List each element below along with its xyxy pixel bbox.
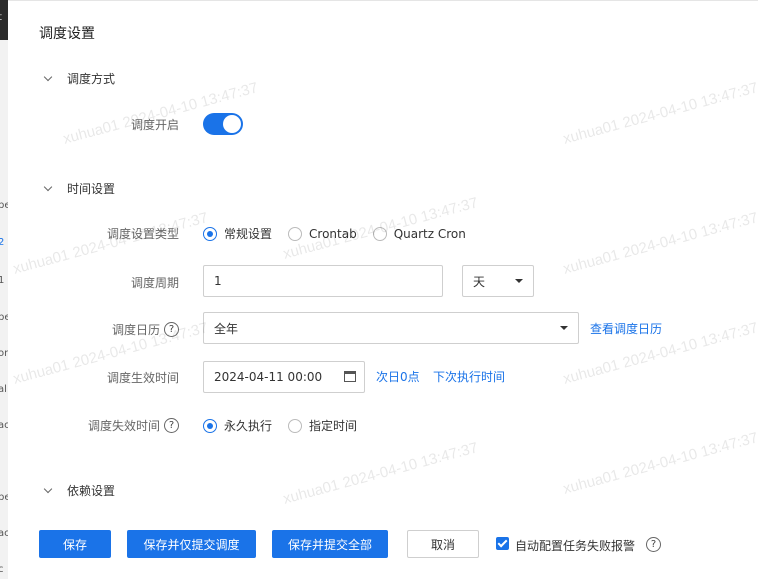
next-day-midnight-link[interactable]: 次日0点 [376, 368, 420, 385]
radio-crontab[interactable]: Crontab [288, 226, 357, 241]
view-calendar-link[interactable]: 查看调度日历 [590, 320, 662, 337]
save-button[interactable]: 保存 [39, 530, 111, 558]
effective-time-label: 调度生效时间 [106, 371, 179, 385]
radio-regular[interactable]: 常规设置 [203, 225, 272, 242]
schedule-calendar-label: 调度日历? [19, 321, 179, 338]
background-fragment: t [0, 12, 2, 23]
section-label: 时间设置 [67, 182, 116, 196]
radio-quartz-cron[interactable]: Quartz Cron [372, 226, 466, 241]
radio-forever[interactable]: 永久执行 [203, 417, 272, 434]
panel-title: 调度设置 [39, 26, 95, 42]
schedule-period-label: 调度周期 [130, 276, 179, 290]
section-schedule-mode[interactable]: 调度方式 [43, 70, 115, 87]
chevron-down-icon[interactable] [43, 184, 53, 194]
next-run-time-link[interactable]: 下次执行时间 [433, 368, 505, 385]
effective-time-picker[interactable]: 2024-04-11 00:00 [203, 361, 365, 393]
background-fragment: al [0, 384, 7, 395]
schedule-period-unit-select[interactable]: 天 [462, 265, 534, 297]
schedule-calendar-select[interactable]: 全年 [203, 312, 579, 344]
calendar-icon[interactable] [344, 371, 356, 382]
auto-alarm-checkbox[interactable] [496, 537, 509, 550]
schedule-period-input[interactable]: 1 [203, 265, 443, 297]
cancel-button[interactable]: 取消 [407, 530, 479, 558]
schedule-enabled-label: 调度开启 [130, 118, 179, 132]
auto-alarm-label: 自动配置任务失败报警 [515, 539, 636, 553]
expire-time-label: 调度失效时间? [19, 417, 179, 434]
chevron-down-icon[interactable] [43, 486, 53, 496]
help-icon[interactable]: ? [164, 418, 179, 433]
help-icon[interactable]: ? [646, 537, 661, 552]
background-fragment: or [0, 348, 9, 359]
caret-down-icon [515, 279, 523, 283]
save-submit-schedule-button[interactable]: 保存并仅提交调度 [127, 530, 256, 558]
schedule-settings-panel: 调度设置 调度方式 调度开启 时间设置 调度设置类型 常规设置 Crontab … [8, 0, 758, 580]
save-submit-all-button[interactable]: 保存并提交全部 [272, 530, 388, 558]
background-fragment: 2 [0, 237, 4, 248]
section-label: 依赖设置 [67, 484, 116, 498]
section-label: 调度方式 [67, 72, 116, 86]
background-fragment: 1 [0, 275, 4, 286]
toggle-knob [223, 115, 241, 133]
help-icon[interactable]: ? [164, 322, 179, 337]
background-fragment: c [0, 564, 4, 575]
schedule-enabled-toggle[interactable] [203, 113, 243, 135]
radio-specified-time[interactable]: 指定时间 [288, 417, 357, 434]
schedule-type-label: 调度设置类型 [106, 227, 179, 241]
schedule-type-radio-group: 常规设置 Crontab Quartz Cron [203, 225, 482, 242]
caret-down-icon [560, 326, 568, 330]
expire-time-radio-group: 永久执行 指定时间 [203, 417, 373, 434]
chevron-down-icon[interactable] [43, 74, 53, 84]
section-dependency-settings[interactable]: 依赖设置 [43, 482, 115, 499]
section-time-settings[interactable]: 时间设置 [43, 180, 115, 197]
background-window-header: t [0, 0, 8, 40]
